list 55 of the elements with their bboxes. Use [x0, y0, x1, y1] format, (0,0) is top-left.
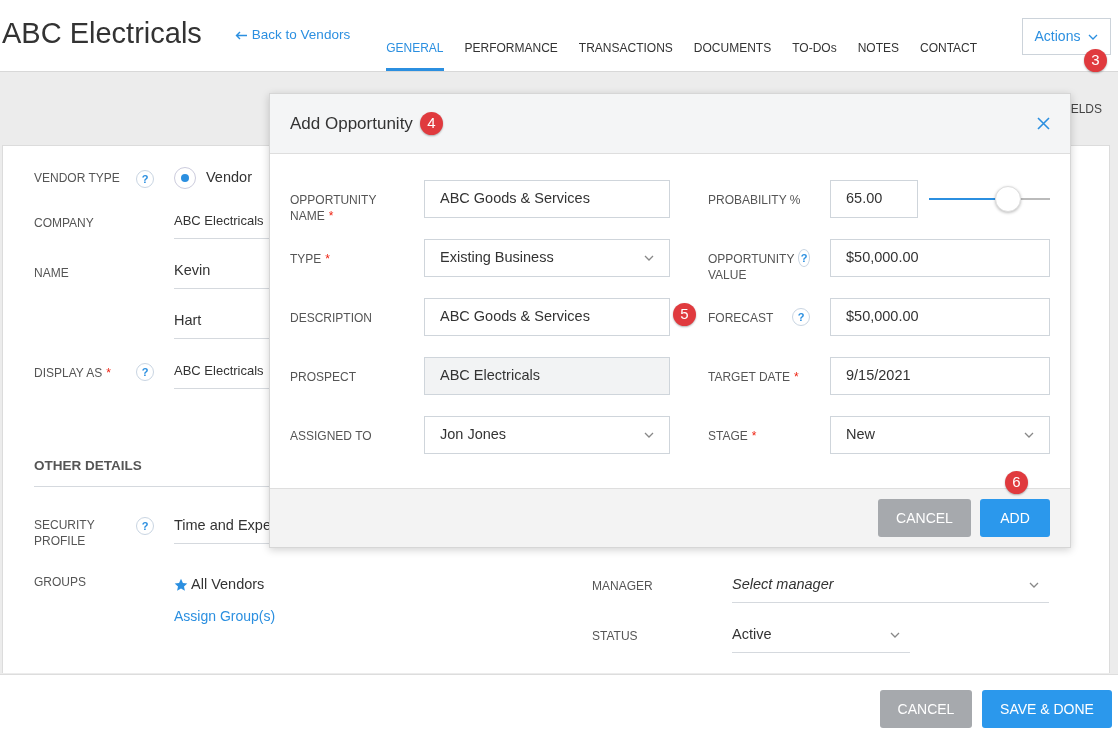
chevron-down-icon — [1088, 33, 1099, 40]
field-label: STATUS — [592, 629, 638, 643]
close-icon[interactable] — [1037, 117, 1050, 130]
select-field[interactable]: Active — [732, 618, 910, 653]
required-mark: * — [106, 366, 111, 380]
back-link[interactable]: Back to Vendors — [234, 25, 351, 46]
nav-tab[interactable]: NOTES — [857, 0, 899, 71]
field-label: SECURITY PROFILE — [34, 518, 95, 549]
text-field[interactable]: $50,000.00 — [830, 239, 1050, 277]
text-field[interactable]: 65.00 — [830, 180, 918, 218]
field-label: GROUPS — [34, 575, 86, 590]
field-label: STAGE * — [708, 428, 757, 444]
text-field[interactable]: 9/15/2021 — [830, 357, 1050, 395]
field-label: OPPORTUNITY NAME * — [290, 192, 378, 224]
text-field[interactable]: $50,000.00 — [830, 298, 1050, 336]
slider-thumb[interactable] — [994, 186, 1021, 212]
assign-groups-link[interactable]: Assign Group(s) — [174, 606, 276, 627]
field-label: OPPORTUNITY VALUE — [708, 251, 795, 283]
text-field[interactable]: ABC Goods & Services — [424, 298, 670, 336]
toolbar-text: ELDS — [1070, 100, 1102, 118]
nav-tab[interactable]: PERFORMANCE — [464, 0, 558, 71]
nav-tab[interactable]: TRANSACTIONS — [578, 0, 673, 71]
step-marker: 4 — [419, 112, 443, 135]
text-field[interactable]: ABC Goods & Services — [424, 180, 670, 218]
chevron-down-icon — [1024, 432, 1034, 438]
nav-tab[interactable]: TO-DOs — [792, 0, 837, 71]
select-field[interactable]: Jon Jones — [424, 416, 670, 454]
select-field[interactable]: Select manager — [732, 568, 1049, 603]
field-label: DESCRIPTION — [290, 310, 372, 326]
field-label: DISPLAY AS — [34, 366, 103, 380]
field-label: PROSPECT — [290, 369, 356, 385]
field-label: VENDOR TYPE — [34, 171, 120, 185]
group-name: All Vendors — [191, 575, 265, 595]
select-field[interactable]: New — [830, 416, 1050, 454]
select-field[interactable]: Existing Business — [424, 239, 670, 277]
star-icon — [174, 578, 188, 593]
field-label: NAME — [34, 266, 69, 280]
field-label: TARGET DATE * — [708, 369, 799, 385]
radio-label: Vendor — [206, 168, 252, 188]
field-label: TYPE * — [290, 251, 330, 267]
chevron-down-icon — [644, 432, 654, 438]
arrow-left-icon — [234, 31, 248, 40]
chevron-down-icon — [890, 632, 900, 638]
field-label: COMPANY — [34, 216, 94, 230]
modal-title: Add Opportunity — [290, 112, 413, 135]
page-title: ABC Electricals — [2, 15, 202, 51]
field-label: PROBABILITY % — [708, 192, 801, 208]
field-label: MANAGER — [592, 579, 653, 593]
actions-button[interactable]: Actions — [1022, 18, 1111, 55]
chevron-down-icon — [1029, 582, 1039, 588]
nav-tab[interactable]: CONTACT — [920, 0, 978, 71]
field-label: FORECAST — [708, 310, 774, 326]
field-label: ASSIGNED TO — [290, 428, 372, 444]
nav-tab[interactable]: DOCUMENTS — [693, 0, 772, 71]
chevron-down-icon — [644, 255, 654, 261]
